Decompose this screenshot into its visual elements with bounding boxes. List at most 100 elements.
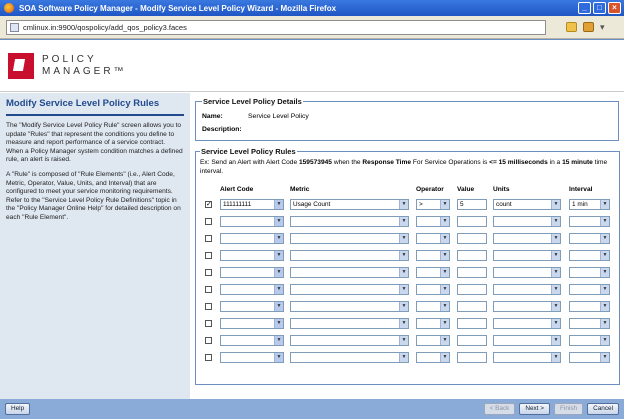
- interval-select[interactable]: ▼: [569, 318, 610, 329]
- chevron-down-icon: ▼: [274, 302, 283, 311]
- chevron-down-icon: ▼: [551, 285, 560, 294]
- rule-checkbox[interactable]: [205, 269, 212, 276]
- cancel-button[interactable]: Cancel: [587, 403, 619, 415]
- operator-select[interactable]: ▼: [416, 318, 450, 329]
- rule-checkbox[interactable]: [205, 252, 212, 259]
- back-button[interactable]: < Back: [483, 403, 516, 415]
- metric-select[interactable]: ▼: [290, 216, 409, 227]
- units-select[interactable]: ▼: [493, 352, 561, 363]
- value-input[interactable]: [457, 301, 487, 312]
- value-input[interactable]: [457, 352, 487, 363]
- alert-code-select[interactable]: ▼: [220, 301, 284, 312]
- alert-code-select[interactable]: ▼: [220, 233, 284, 244]
- page-content: POLICY MANAGER™ Modify Service Level Pol…: [0, 40, 624, 399]
- help-heading: Modify Service Level Policy Rules: [6, 98, 184, 116]
- help-paragraph-1: The "Modify Service Level Policy Rule" s…: [6, 122, 183, 164]
- operator-select[interactable]: ▼: [416, 216, 450, 227]
- interval-select[interactable]: ▼: [569, 284, 610, 295]
- metric-select[interactable]: ▼: [290, 301, 409, 312]
- metric-select[interactable]: Usage Count ▼: [290, 199, 409, 210]
- metric-select[interactable]: ▼: [290, 318, 409, 329]
- units-select[interactable]: ▼: [493, 233, 561, 244]
- interval-select[interactable]: 1 min ▼: [569, 199, 610, 210]
- chevron-down-icon: ▼: [274, 285, 283, 294]
- col-units: Units: [493, 186, 510, 193]
- rule-checkbox[interactable]: [205, 218, 212, 225]
- value-input[interactable]: [457, 250, 487, 261]
- units-select[interactable]: ▼: [493, 318, 561, 329]
- wizard-footer: Help < Back Next > Finish Cancel: [0, 399, 624, 419]
- interval-select[interactable]: ▼: [569, 301, 610, 312]
- alert-code-select[interactable]: 111111111 ▼: [220, 199, 284, 210]
- operator-select[interactable]: ▼: [416, 352, 450, 363]
- interval-select[interactable]: ▼: [569, 216, 610, 227]
- metric-select[interactable]: ▼: [290, 284, 409, 295]
- alert-code-select[interactable]: ▼: [220, 318, 284, 329]
- value-input[interactable]: [457, 267, 487, 278]
- finish-button[interactable]: Finish: [554, 403, 584, 415]
- chevron-down-icon: ▼: [399, 353, 408, 362]
- metric-select[interactable]: ▼: [290, 267, 409, 278]
- value-input[interactable]: [457, 284, 487, 295]
- units-select[interactable]: ▼: [493, 267, 561, 278]
- rule-checkbox[interactable]: [205, 320, 212, 327]
- alert-code-select[interactable]: ▼: [220, 284, 284, 295]
- alert-code-select[interactable]: ▼: [220, 352, 284, 363]
- units-select[interactable]: count ▼: [493, 199, 561, 210]
- units-select[interactable]: ▼: [493, 250, 561, 261]
- chevron-down-icon: ▼: [274, 251, 283, 260]
- interval-select[interactable]: ▼: [569, 233, 610, 244]
- alert-code-select[interactable]: ▼: [220, 335, 284, 346]
- app-header: POLICY MANAGER™: [0, 40, 624, 92]
- chevron-down-icon: ▼: [551, 353, 560, 362]
- rule-checkbox[interactable]: [205, 303, 212, 310]
- operator-select[interactable]: ▼: [416, 284, 450, 295]
- help-panel: Modify Service Level Policy Rules The "M…: [0, 93, 190, 399]
- chevron-down-icon: ▼: [274, 353, 283, 362]
- value-input[interactable]: [457, 233, 487, 244]
- chevron-down-icon: ▼: [399, 268, 408, 277]
- minimize-button[interactable]: _: [578, 2, 591, 14]
- metric-select[interactable]: ▼: [290, 233, 409, 244]
- value-input[interactable]: [457, 318, 487, 329]
- alert-code-select[interactable]: ▼: [220, 250, 284, 261]
- rule-checkbox[interactable]: [205, 235, 212, 242]
- metric-select[interactable]: ▼: [290, 335, 409, 346]
- value-input[interactable]: [457, 335, 487, 346]
- interval-select[interactable]: ▼: [569, 267, 610, 278]
- close-button[interactable]: ×: [608, 2, 621, 14]
- units-select[interactable]: ▼: [493, 335, 561, 346]
- interval-select[interactable]: ▼: [569, 352, 610, 363]
- operator-select[interactable]: ▼: [416, 301, 450, 312]
- metric-select[interactable]: ▼: [290, 250, 409, 261]
- col-interval: Interval: [569, 186, 593, 193]
- alert-code-select[interactable]: ▼: [220, 216, 284, 227]
- operator-select[interactable]: > ▼: [416, 199, 450, 210]
- next-button[interactable]: Next >: [519, 403, 551, 415]
- logo-line1: POLICY: [42, 53, 97, 65]
- metric-select[interactable]: ▼: [290, 352, 409, 363]
- value-input[interactable]: 5: [457, 199, 487, 210]
- menu-chevron-icon[interactable]: ▾: [600, 22, 605, 33]
- maximize-button[interactable]: □: [593, 2, 606, 14]
- rule-checkbox[interactable]: [205, 337, 212, 344]
- interval-select[interactable]: ▼: [569, 250, 610, 261]
- help-paragraph-2: A "Rule" is composed of "Rule Elements" …: [6, 170, 181, 221]
- tools-icon[interactable]: [583, 21, 594, 32]
- interval-select[interactable]: ▼: [569, 335, 610, 346]
- rule-checkbox[interactable]: ✓: [205, 201, 212, 208]
- units-select[interactable]: ▼: [493, 216, 561, 227]
- alert-code-select[interactable]: ▼: [220, 267, 284, 278]
- rule-checkbox[interactable]: [205, 354, 212, 361]
- operator-select[interactable]: ▼: [416, 250, 450, 261]
- help-button[interactable]: Help: [5, 403, 31, 415]
- units-select[interactable]: ▼: [493, 284, 561, 295]
- operator-select[interactable]: ▼: [416, 335, 450, 346]
- value-input[interactable]: [457, 216, 487, 227]
- url-field[interactable]: cmlinux.in:9900/qospolicy/add_qos_policy…: [6, 19, 546, 35]
- operator-select[interactable]: ▼: [416, 267, 450, 278]
- bookmark-icon[interactable]: [566, 21, 577, 32]
- units-select[interactable]: ▼: [493, 301, 561, 312]
- operator-select[interactable]: ▼: [416, 233, 450, 244]
- rule-checkbox[interactable]: [205, 286, 212, 293]
